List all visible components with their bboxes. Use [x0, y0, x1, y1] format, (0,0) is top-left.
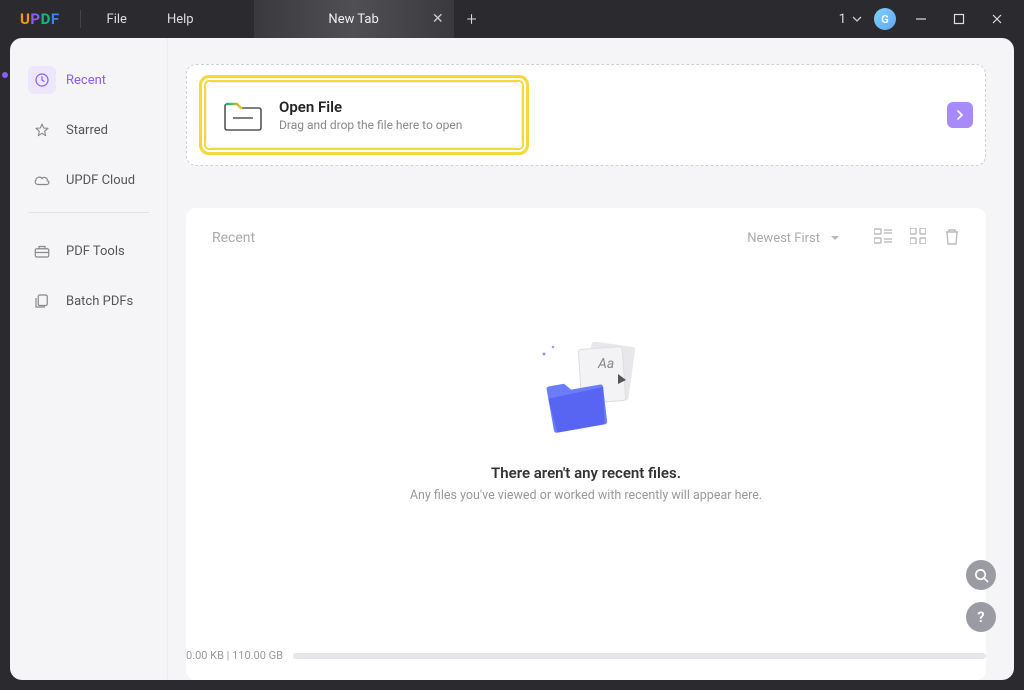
- chevron-down-icon: [830, 234, 840, 242]
- empty-subtitle: Any files you've viewed or worked with r…: [212, 488, 960, 503]
- sidebar-item-label: Recent: [66, 73, 106, 88]
- storage-progress: [293, 653, 986, 659]
- tab-label: New Tab: [328, 12, 378, 27]
- view-toolbar: [874, 228, 960, 246]
- floating-buttons: ?: [966, 560, 996, 632]
- question-icon: ?: [977, 608, 984, 626]
- empty-folder-illustration: Aa: [526, 336, 646, 446]
- open-file-text: Open File Drag and drop the file here to…: [279, 98, 462, 132]
- empty-state: Aa There aren't any recent files. Any fi…: [212, 336, 960, 503]
- titlebar: UPDF File Help New Tab ✕ + 1 G: [0, 0, 1024, 38]
- avatar[interactable]: G: [874, 8, 896, 30]
- expand-arrow-button[interactable]: [947, 102, 973, 128]
- open-file-subtitle: Drag and drop the file here to open: [279, 118, 462, 132]
- app-logo: UPDF: [0, 10, 74, 28]
- menu-file[interactable]: File: [87, 12, 147, 27]
- chevron-right-icon: [955, 110, 965, 120]
- sidebar-item-label: UPDF Cloud: [66, 173, 135, 188]
- menu-help[interactable]: Help: [147, 12, 214, 27]
- sidebar-item-recent[interactable]: Recent: [18, 62, 159, 98]
- search-button[interactable]: [966, 560, 996, 590]
- titlebar-right: 1 G: [839, 6, 1024, 32]
- svg-text:Aa: Aa: [597, 356, 614, 372]
- sidebar-item-batch-pdfs[interactable]: Batch PDFs: [18, 283, 159, 319]
- storage-bar-row: 0.00 KB | 110.00 GB: [186, 649, 986, 662]
- help-button[interactable]: ?: [966, 602, 996, 632]
- open-file-row[interactable]: Open File Drag and drop the file here to…: [186, 64, 986, 166]
- app-body: Recent Starred UPDF Cloud PDF Tools Bat: [10, 38, 1014, 680]
- sidebar: Recent Starred UPDF Cloud PDF Tools Bat: [10, 38, 168, 680]
- trash-icon[interactable]: [944, 228, 960, 246]
- empty-title: There aren't any recent files.: [212, 464, 960, 482]
- maximize-button[interactable]: [946, 6, 972, 32]
- chevron-down-icon: [852, 14, 862, 24]
- stack-icon: [28, 287, 56, 315]
- storage-text: 0.00 KB | 110.00 GB: [186, 649, 283, 662]
- folder-icon: [221, 96, 265, 134]
- cloud-icon: [28, 166, 56, 194]
- toolbox-icon: [28, 237, 56, 265]
- close-tab-icon[interactable]: ✕: [432, 11, 444, 27]
- list-view-icon[interactable]: [874, 228, 892, 246]
- grid-view-icon[interactable]: [910, 228, 926, 246]
- clock-icon: [28, 66, 56, 94]
- recent-panel: Recent Newest First: [186, 208, 986, 680]
- sidebar-item-cloud[interactable]: UPDF Cloud: [18, 162, 159, 198]
- recent-header: Recent Newest First: [212, 230, 960, 246]
- sidebar-item-label: Starred: [66, 123, 108, 138]
- sort-dropdown[interactable]: Newest First: [747, 231, 840, 246]
- recent-title: Recent: [212, 230, 255, 246]
- tabs: New Tab ✕ +: [254, 0, 490, 38]
- open-file-card[interactable]: Open File Drag and drop the file here to…: [199, 75, 529, 155]
- new-tab-button[interactable]: +: [454, 0, 490, 38]
- search-icon: [974, 568, 989, 583]
- main-content: Open File Drag and drop the file here to…: [168, 38, 1014, 680]
- close-button[interactable]: [984, 6, 1010, 32]
- minimize-button[interactable]: [908, 6, 934, 32]
- open-file-title: Open File: [279, 98, 462, 116]
- sidebar-item-label: PDF Tools: [66, 244, 125, 259]
- tab-new[interactable]: New Tab ✕: [254, 0, 454, 38]
- sidebar-item-pdf-tools[interactable]: PDF Tools: [18, 233, 159, 269]
- sidebar-item-label: Batch PDFs: [66, 294, 133, 309]
- separator: [80, 10, 81, 28]
- star-icon: [28, 116, 56, 144]
- sidebar-item-starred[interactable]: Starred: [18, 112, 159, 148]
- sidebar-divider: [28, 212, 149, 213]
- active-indicator-dot: [2, 72, 8, 78]
- account-menu[interactable]: 1: [839, 12, 862, 27]
